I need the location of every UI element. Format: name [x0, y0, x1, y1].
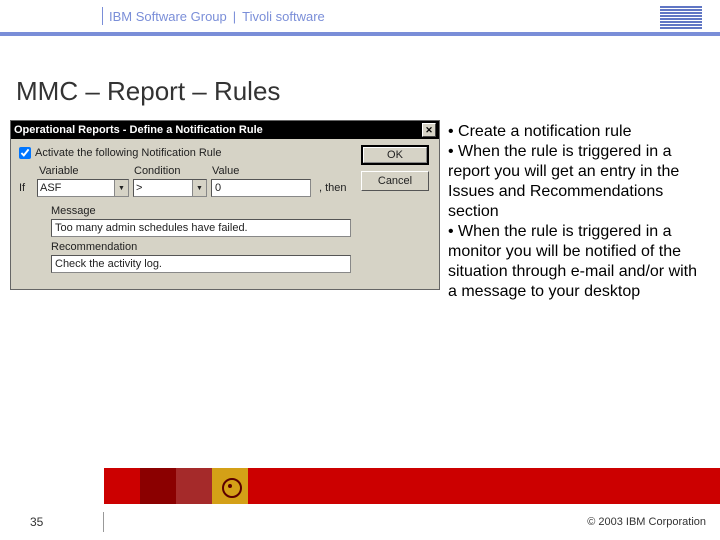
- band-seg: [0, 468, 104, 504]
- condition-combo[interactable]: > ▼: [133, 179, 207, 197]
- condition-value: >: [136, 182, 142, 194]
- activate-checkbox[interactable]: [19, 147, 31, 159]
- recommendation-value: Check the activity log.: [55, 258, 162, 270]
- band-seg: [140, 468, 176, 504]
- variable-value: ASF: [40, 182, 61, 194]
- page-title: MMC – Report – Rules: [16, 76, 280, 107]
- col-variable: Variable: [39, 165, 134, 177]
- col-condition: Condition: [134, 165, 212, 177]
- bullet-2: • When the rule is triggered in a report…: [448, 142, 708, 222]
- dialog-titlebar[interactable]: Operational Reports - Define a Notificat…: [11, 121, 439, 139]
- cancel-button[interactable]: Cancel: [361, 171, 429, 191]
- description-bullets: • Create a notification rule • When the …: [448, 122, 708, 302]
- band-seg: [176, 468, 212, 504]
- value-input[interactable]: 0: [211, 179, 311, 197]
- band-seg: [104, 468, 140, 504]
- message-label: Message: [51, 205, 431, 217]
- page-number: 35: [30, 515, 43, 529]
- message-value: Too many admin schedules have failed.: [55, 222, 248, 234]
- header-accent-bar: [0, 32, 720, 36]
- recommendation-input[interactable]: Check the activity log.: [51, 255, 351, 273]
- if-label: If: [19, 182, 33, 194]
- recommendation-label: Recommendation: [51, 241, 431, 253]
- footer-divider: [103, 512, 104, 532]
- variable-combo[interactable]: ASF ▼: [37, 179, 129, 197]
- header-separator: |: [233, 9, 236, 24]
- then-label: , then: [319, 182, 347, 194]
- notification-rule-dialog: Operational Reports - Define a Notificat…: [10, 120, 440, 290]
- ok-button-label: OK: [363, 147, 427, 163]
- bullet-1: • Create a notification rule: [448, 122, 708, 142]
- footer: 35 © 2003 IBM Corporation: [0, 504, 720, 540]
- activate-label: Activate the following Notification Rule: [35, 147, 221, 159]
- header-breadcrumb: IBM Software Group | Tivoli software: [102, 7, 325, 25]
- header-bar: IBM Software Group | Tivoli software: [0, 0, 720, 32]
- ok-button[interactable]: OK: [361, 145, 429, 165]
- message-input[interactable]: Too many admin schedules have failed.: [51, 219, 351, 237]
- bullet-3: • When the rule is triggered in a monito…: [448, 222, 708, 302]
- dialog-title: Operational Reports - Define a Notificat…: [14, 124, 263, 136]
- ibm-logo: [660, 6, 702, 35]
- header-group: IBM Software Group: [109, 9, 227, 24]
- chevron-down-icon: ▼: [192, 180, 206, 196]
- ibm-logo-icon: [660, 6, 702, 30]
- value-text: 0: [215, 182, 221, 194]
- dialog-body: OK Cancel Activate the following Notific…: [11, 139, 439, 289]
- copyright: © 2003 IBM Corporation: [587, 516, 706, 528]
- header-divider: [102, 7, 103, 25]
- footer-accent-band: [0, 468, 720, 504]
- header-product: Tivoli software: [242, 9, 325, 24]
- eye-icon: [212, 468, 248, 504]
- chevron-down-icon: ▼: [114, 180, 128, 196]
- close-icon[interactable]: ✕: [422, 123, 436, 137]
- col-value: Value: [212, 165, 262, 177]
